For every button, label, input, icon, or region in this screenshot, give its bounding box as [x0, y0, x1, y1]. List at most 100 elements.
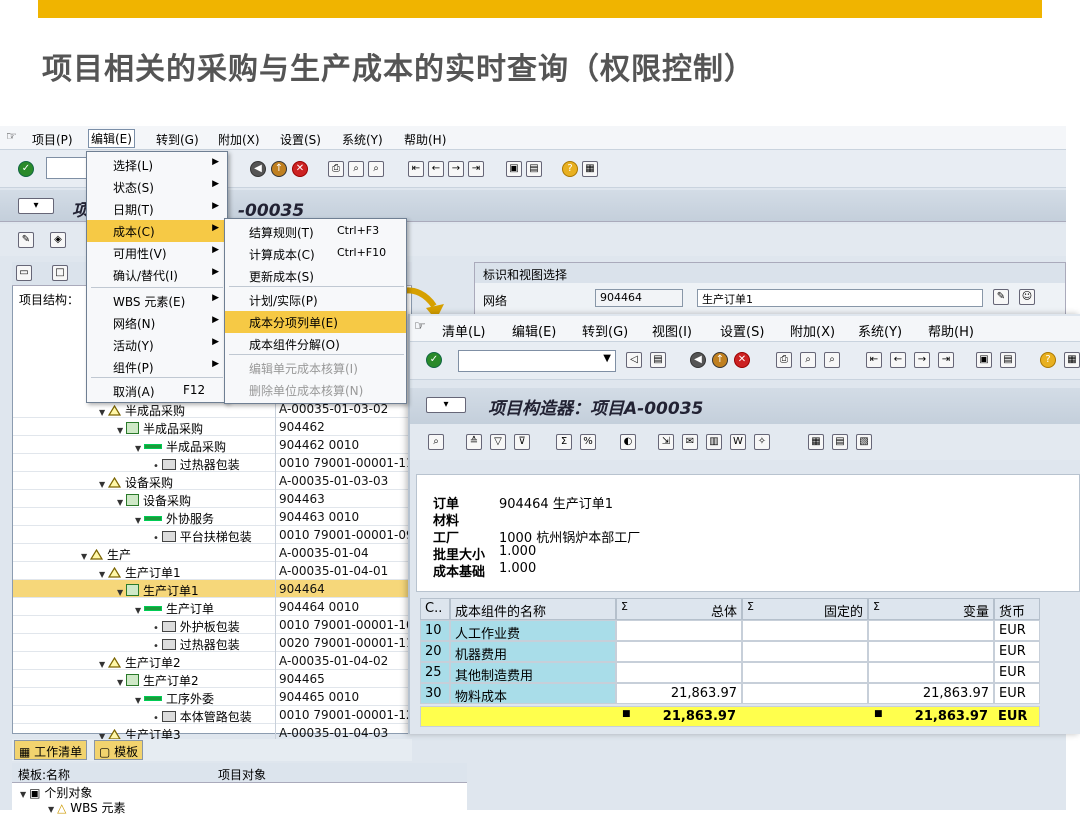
- tree-node[interactable]: ▼ 生产订单1: [117, 582, 199, 599]
- edit-menu-item[interactable]: 成本(C) ▶: [87, 220, 227, 242]
- tree-row[interactable]: • 过热器包装 0010 79001-00001-11: [13, 454, 414, 472]
- edit-menu-item[interactable]: 活动(Y) ▶: [87, 334, 227, 356]
- mail-icon[interactable]: ✉: [682, 434, 698, 450]
- cost-cell-cur[interactable]: EUR: [994, 683, 1040, 704]
- popup-back2-icon[interactable]: ◀: [690, 352, 706, 368]
- edit-menu-item[interactable]: 确认/替代(I) ▶: [87, 264, 227, 286]
- abc-icon[interactable]: ✧: [754, 434, 770, 450]
- find-next-icon[interactable]: ⌕: [368, 161, 384, 177]
- popup-find-icon[interactable]: ⌕: [800, 352, 816, 368]
- expand-arrow-icon[interactable]: ▼: [135, 606, 141, 615]
- expand-arrow-icon[interactable]: ▼: [99, 570, 105, 579]
- popup-menu-button-icon[interactable]: ▾: [426, 397, 466, 413]
- cost-cell-cur[interactable]: EUR: [994, 662, 1040, 683]
- expand-arrow-icon[interactable]: ▼: [117, 498, 123, 507]
- set-filter-icon[interactable]: ⊽: [514, 434, 530, 450]
- tree-row[interactable]: • 过热器包装 0020 79001-00001-11: [13, 634, 414, 652]
- menu-edit[interactable]: 编辑(E): [88, 129, 135, 148]
- tree-node[interactable]: ▼ 外协服务: [135, 510, 214, 527]
- cost-cell-name[interactable]: 其他制造费用: [450, 662, 616, 684]
- tree-node[interactable]: ▼ 生产订单1: [99, 564, 181, 581]
- edit-menu-item[interactable]: 网络(N) ▶: [87, 312, 227, 334]
- cancel-icon[interactable]: ✕: [292, 161, 308, 177]
- edit-mode-icon[interactable]: ✎: [18, 232, 34, 248]
- next-page-icon[interactable]: →: [448, 161, 464, 177]
- expand-arrow-icon[interactable]: ▼: [135, 516, 141, 525]
- col-header-currency[interactable]: 货币: [994, 598, 1040, 620]
- popup-enter-icon[interactable]: ✓: [426, 352, 442, 368]
- find-icon[interactable]: ⌕: [348, 161, 364, 177]
- expand-arrow-icon[interactable]: ▼: [99, 480, 105, 489]
- popup-new-session-icon[interactable]: ▣: [976, 352, 992, 368]
- exit-icon[interactable]: ↑: [271, 161, 287, 177]
- cost-cell-fixed[interactable]: [742, 683, 868, 704]
- edit-menu-item[interactable]: 可用性(V) ▶: [87, 242, 227, 264]
- enter-icon[interactable]: ✓: [18, 161, 34, 177]
- tree-row[interactable]: • 平台扶梯包装 0010 79001-00001-09: [13, 526, 414, 545]
- tree-node[interactable]: ▼ 生产: [81, 546, 131, 563]
- expand-arrow-icon[interactable]: ▼: [135, 444, 141, 453]
- tree-node[interactable]: ▼ 生产订单2: [99, 654, 181, 671]
- expand-arrow-icon[interactable]: ▼: [117, 426, 123, 435]
- shortcut-icon[interactable]: ▤: [526, 161, 542, 177]
- tree-row[interactable]: ▼ 工序外委 904465 0010: [13, 688, 411, 706]
- open-folder-icon[interactable]: ▭: [16, 265, 32, 281]
- expand-arrow-icon[interactable]: ▼: [117, 678, 123, 687]
- cost-cell-name[interactable]: 物料成本: [450, 683, 616, 705]
- popup-command-field[interactable]: ▼: [458, 350, 616, 372]
- menu-project[interactable]: 项目(P): [32, 131, 73, 148]
- edit-menu-item[interactable]: 日期(T) ▶: [87, 198, 227, 220]
- prev-page-icon[interactable]: ←: [428, 161, 444, 177]
- popup-exit-icon[interactable]: ↑: [712, 352, 728, 368]
- col-header-variable[interactable]: Σ 变量: [868, 598, 994, 620]
- tree-row[interactable]: ▼ 半成品采购 904462: [13, 418, 411, 436]
- tree-row[interactable]: ▼ 半成品采购 904462 0010: [13, 436, 411, 454]
- network-description-field[interactable]: 生产订单1: [697, 289, 983, 307]
- popup-menu-system[interactable]: 系统(Y): [858, 321, 902, 340]
- tree-row[interactable]: • 外护板包装 0010 79001-00001-10: [13, 616, 414, 635]
- tree-node[interactable]: ▼ 设备采购: [99, 474, 173, 491]
- dropdown-icon[interactable]: ▼: [603, 353, 611, 364]
- tree-node[interactable]: ▼ 半成品采购: [99, 402, 185, 419]
- first-page-icon[interactable]: ⇤: [408, 161, 424, 177]
- popup-menu-edit[interactable]: 编辑(E): [512, 321, 556, 340]
- edit-menu-item[interactable]: 选择(L) ▶: [87, 154, 227, 176]
- popup-help-icon[interactable]: ?: [1040, 352, 1056, 368]
- cost-cell-name[interactable]: 人工作业费: [450, 620, 616, 642]
- expand-arrow-icon[interactable]: ▼: [99, 408, 105, 417]
- tree-row[interactable]: ▼ 生产订单2 A-00035-01-04-02: [13, 652, 411, 670]
- grid-icon[interactable]: ▦: [808, 434, 824, 450]
- cost-cell-cur[interactable]: EUR: [994, 620, 1040, 641]
- col-header-name[interactable]: 成本组件的名称: [450, 598, 616, 620]
- cost-cell-c[interactable]: 25: [420, 662, 450, 683]
- popup-prev-page-icon[interactable]: ←: [890, 352, 906, 368]
- popup-menu-list[interactable]: 清单(L): [442, 321, 485, 340]
- popup-next-page-icon[interactable]: →: [914, 352, 930, 368]
- tree-node[interactable]: • 平台扶梯包装: [153, 528, 252, 545]
- spreadsheet-icon[interactable]: ▥: [706, 434, 722, 450]
- tree-row[interactable]: ▼ 设备采购 904463: [13, 490, 411, 508]
- edit-menu-item[interactable]: 组件(P) ▶: [87, 356, 227, 378]
- expand-arrow-icon[interactable]: ▼: [99, 660, 105, 669]
- cost-cell-c[interactable]: 10: [420, 620, 450, 641]
- tree-node[interactable]: • 外护板包装: [153, 618, 240, 635]
- tree-row[interactable]: ▼ 生产订单 904464 0010: [13, 598, 411, 616]
- menu-help[interactable]: 帮助(H): [404, 131, 446, 148]
- tree-row[interactable]: ▼ 生产订单1 A-00035-01-04-01: [13, 562, 411, 580]
- popup-back-icon[interactable]: ◁: [626, 352, 642, 368]
- person-icon[interactable]: ☺: [1019, 289, 1035, 305]
- word-icon[interactable]: W: [730, 434, 746, 450]
- window-menu-icon[interactable]: ☞: [6, 129, 17, 143]
- tree-row[interactable]: ▼ 设备采购 A-00035-01-03-03: [13, 472, 411, 490]
- template-item-wbs[interactable]: ▼ △ WBS 元素: [48, 799, 126, 816]
- cost-cell-name[interactable]: 机器费用: [450, 641, 616, 663]
- popup-menu-goto[interactable]: 转到(G): [582, 321, 628, 340]
- popup-menu-settings[interactable]: 设置(S): [720, 321, 764, 340]
- popup-find-next-icon[interactable]: ⌕: [824, 352, 840, 368]
- export-icon[interactable]: ⇲: [658, 434, 674, 450]
- cost-cell-var[interactable]: 21,863.97: [868, 683, 994, 704]
- cost-cell-total[interactable]: [616, 662, 742, 683]
- layout-icon[interactable]: ▦: [582, 161, 598, 177]
- popup-last-page-icon[interactable]: ⇥: [938, 352, 954, 368]
- new-session-icon[interactable]: ▣: [506, 161, 522, 177]
